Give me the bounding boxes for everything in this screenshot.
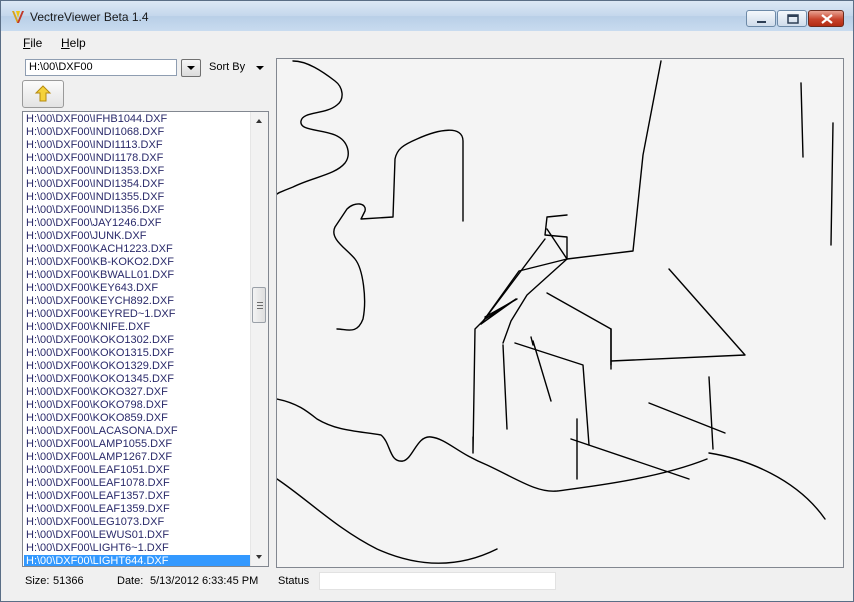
- list-item[interactable]: H:\00\DXF00\KBWALL01.DXF: [24, 269, 252, 282]
- list-item-selected[interactable]: H:\00\DXF00\LIGHT644.DXF: [24, 555, 252, 566]
- path-input[interactable]: H:\00\DXF00: [25, 59, 177, 76]
- list-item[interactable]: H:\00\DXF00\INDI1353.DXF: [24, 165, 252, 178]
- list-item[interactable]: H:\00\DXF00\LEG1073.DXF: [24, 516, 252, 529]
- date-label: Date:: [117, 575, 144, 587]
- list-item[interactable]: H:\00\DXF00\KOKO1345.DXF: [24, 373, 252, 386]
- path-dropdown-button[interactable]: [181, 59, 201, 77]
- list-item[interactable]: H:\00\DXF00\KACH1223.DXF: [24, 243, 252, 256]
- window-title: VectreViewer Beta 1.4: [30, 10, 149, 24]
- list-item[interactable]: H:\00\DXF00\LAMP1055.DXF: [24, 438, 252, 451]
- close-icon: [821, 14, 833, 24]
- sort-by-label: Sort By: [209, 61, 246, 73]
- list-item[interactable]: H:\00\DXF00\KEYCH892.DXF: [24, 295, 252, 308]
- grip-line-icon: [257, 305, 263, 306]
- dxf-drawing: [277, 60, 834, 564]
- parent-folder-button[interactable]: [22, 80, 64, 108]
- list-item[interactable]: H:\00\DXF00\INDI1178.DXF: [24, 152, 252, 165]
- restore-icon: [787, 14, 799, 24]
- list-item[interactable]: H:\00\DXF00\KOKO1302.DXF: [24, 334, 252, 347]
- list-item[interactable]: H:\00\DXF00\JUNK.DXF: [24, 230, 252, 243]
- file-list-scrollbar[interactable]: [250, 112, 268, 566]
- list-item[interactable]: H:\00\DXF00\LAMP1267.DXF: [24, 451, 252, 464]
- menu-file[interactable]: File: [23, 36, 42, 50]
- app-logo-icon: [12, 11, 24, 23]
- list-item[interactable]: H:\00\DXF00\INDI1356.DXF: [24, 204, 252, 217]
- maximize-button[interactable]: [777, 10, 807, 27]
- grip-line-icon: [257, 308, 263, 309]
- list-item[interactable]: H:\00\DXF00\INDI1068.DXF: [24, 126, 252, 139]
- list-item[interactable]: H:\00\DXF00\INDI1113.DXF: [24, 139, 252, 152]
- menu-help[interactable]: Help: [61, 36, 86, 50]
- minimize-icon: [757, 21, 766, 23]
- menu-bar: File Help: [1, 31, 853, 83]
- list-item[interactable]: H:\00\DXF00\KOKO327.DXF: [24, 386, 252, 399]
- list-item[interactable]: H:\00\DXF00\KOKO1329.DXF: [24, 360, 252, 373]
- drawing-canvas[interactable]: [276, 58, 844, 568]
- list-item[interactable]: H:\00\DXF00\LACASONA.DXF: [24, 425, 252, 438]
- sort-chevron-icon: [256, 66, 264, 70]
- file-list-items: H:\00\DXF00\IFHB1044.DXF H:\00\DXF00\INDI…: [24, 113, 252, 566]
- scroll-thumb[interactable]: [252, 287, 266, 323]
- list-item[interactable]: H:\00\DXF00\KEYRED~1.DXF: [24, 308, 252, 321]
- date-value: 5/13/2012 6:33:45 PM: [150, 575, 259, 587]
- size-label: Size:: [25, 575, 50, 587]
- list-item[interactable]: H:\00\DXF00\KEY643.DXF: [24, 282, 252, 295]
- grip-line-icon: [257, 302, 263, 303]
- list-item[interactable]: H:\00\DXF00\IFHB1044.DXF: [24, 113, 252, 126]
- scroll-up-icon[interactable]: [256, 119, 262, 123]
- close-button[interactable]: [808, 10, 844, 27]
- list-item[interactable]: H:\00\DXF00\KOKO859.DXF: [24, 412, 252, 425]
- size-value: 51366: [53, 575, 84, 587]
- chevron-down-icon: [187, 66, 195, 70]
- list-item[interactable]: H:\00\DXF00\KNIFE.DXF: [24, 321, 252, 334]
- list-item[interactable]: H:\00\DXF00\JAY1246.DXF: [24, 217, 252, 230]
- file-list[interactable]: H:\00\DXF00\IFHB1044.DXF H:\00\DXF00\INDI…: [22, 111, 269, 567]
- list-item[interactable]: H:\00\DXF00\LEWUS01.DXF: [24, 529, 252, 542]
- list-item[interactable]: H:\00\DXF00\LEAF1078.DXF: [24, 477, 252, 490]
- list-item[interactable]: H:\00\DXF00\KOKO798.DXF: [24, 399, 252, 412]
- scroll-down-icon[interactable]: [256, 555, 262, 559]
- list-item[interactable]: H:\00\DXF00\KB-KOKO2.DXF: [24, 256, 252, 269]
- list-item[interactable]: H:\00\DXF00\LEAF1357.DXF: [24, 490, 252, 503]
- app-window: VectreViewer Beta 1.4 File Help H:\00\DX…: [0, 0, 854, 602]
- status-label: Status: [278, 575, 310, 587]
- minimize-button[interactable]: [746, 10, 776, 27]
- list-item[interactable]: H:\00\DXF00\LEAF1359.DXF: [24, 503, 252, 516]
- list-item[interactable]: H:\00\DXF00\INDI1354.DXF: [24, 178, 252, 191]
- up-arrow-icon: [34, 85, 52, 102]
- title-bar[interactable]: VectreViewer Beta 1.4: [1, 1, 853, 31]
- list-item[interactable]: H:\00\DXF00\INDI1355.DXF: [24, 191, 252, 204]
- list-item[interactable]: H:\00\DXF00\LIGHT6~1.DXF: [24, 542, 252, 555]
- list-item[interactable]: H:\00\DXF00\KOKO1315.DXF: [24, 347, 252, 360]
- status-field: [319, 572, 556, 590]
- list-item[interactable]: H:\00\DXF00\LEAF1051.DXF: [24, 464, 252, 477]
